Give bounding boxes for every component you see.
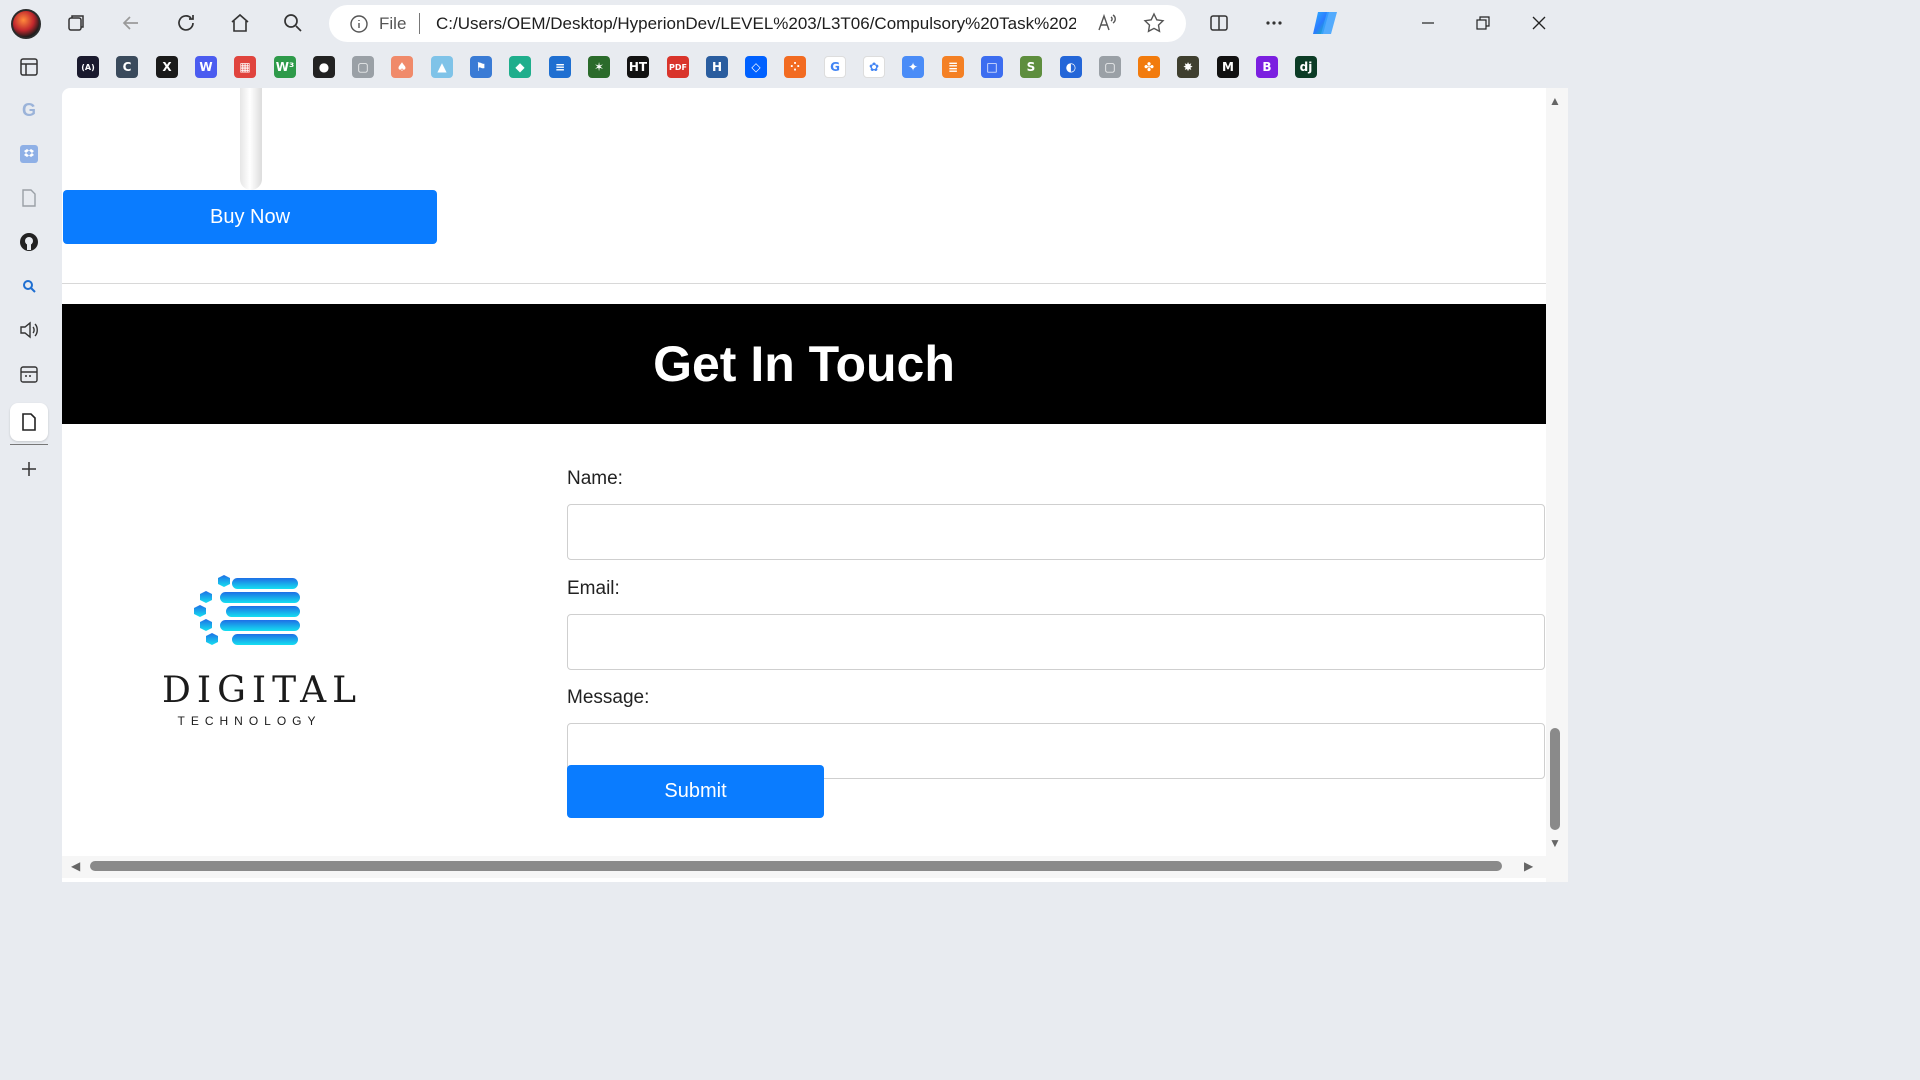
bookmark-ht-icon[interactable]: HT: [627, 56, 649, 78]
scroll-left-icon[interactable]: ◀: [71, 859, 80, 873]
copilot-icon[interactable]: [1309, 7, 1341, 39]
buy-now-button[interactable]: Buy Now: [63, 190, 437, 244]
email-label: Email:: [567, 578, 620, 599]
vertical-scroll-thumb[interactable]: [1550, 728, 1560, 830]
vertical-scrollbar[interactable]: ▲ ▼: [1546, 88, 1568, 882]
name-label: Name:: [567, 468, 623, 489]
more-menu-icon[interactable]: [1258, 7, 1290, 39]
sidebar-calendar-icon[interactable]: [14, 359, 44, 389]
bookmark-layers-icon[interactable]: ≡: [549, 56, 571, 78]
contact-title: Get In Touch: [653, 336, 955, 392]
sidebar-github-icon[interactable]: [14, 227, 44, 257]
bookmark-stackoverflow-icon[interactable]: ≣: [942, 56, 964, 78]
horizontal-scroll-thumb[interactable]: [90, 861, 1502, 871]
bookmark-c-doc-icon[interactable]: C: [116, 56, 138, 78]
bookmark-page-icon[interactable]: ▢: [352, 56, 374, 78]
url-text[interactable]: C:/Users/OEM/Desktop/HyperionDev/LEVEL%2…: [436, 14, 1076, 34]
product-image: [240, 88, 262, 190]
bookmark-flag-icon[interactable]: ⚑: [470, 56, 492, 78]
favorite-star-icon[interactable]: [1142, 11, 1166, 40]
restore-icon[interactable]: [1465, 7, 1501, 39]
scroll-right-icon[interactable]: ▶: [1524, 859, 1533, 873]
sidebar-search-icon[interactable]: [14, 271, 44, 301]
bookmark-w-icon[interactable]: W: [195, 56, 217, 78]
logo-mark-icon: [194, 575, 300, 645]
sidebar-divider: [10, 444, 48, 445]
submit-button[interactable]: Submit: [567, 765, 824, 818]
bookmark-dev-icon[interactable]: (A): [77, 56, 99, 78]
bookmark-x-icon[interactable]: X: [156, 56, 178, 78]
logo-word: DIGITAL: [162, 670, 363, 711]
bookmark-circle-half-icon[interactable]: ◐: [1060, 56, 1082, 78]
bookmark-mushroom-icon[interactable]: ♠: [391, 56, 413, 78]
bookmark-figma-icon[interactable]: ✤: [1138, 56, 1160, 78]
sidebar-page-icon[interactable]: [14, 183, 44, 213]
info-icon[interactable]: [349, 14, 369, 39]
bookmark-cat-icon[interactable]: ✸: [1177, 56, 1199, 78]
bookmark-dots-icon[interactable]: ⁘: [784, 56, 806, 78]
refresh-icon[interactable]: [170, 7, 202, 39]
tab-sidebar-icon[interactable]: [13, 51, 45, 83]
close-icon[interactable]: [1521, 7, 1557, 39]
bookmark-people-icon[interactable]: ▲: [431, 56, 453, 78]
tab-actions-icon[interactable]: [60, 7, 92, 39]
bookmark-bootstrap-icon[interactable]: B: [1256, 56, 1278, 78]
bookmark-grid-color-icon[interactable]: ▦: [234, 56, 256, 78]
sidebar: G: [0, 88, 62, 882]
email-field[interactable]: [567, 614, 1545, 670]
bookmark-doc-icon[interactable]: ▢: [1099, 56, 1121, 78]
bookmark-github-icon[interactable]: ●: [313, 56, 335, 78]
minimize-icon[interactable]: [1410, 7, 1446, 39]
bookmark-w3-icon[interactable]: W³: [274, 56, 296, 78]
section-divider: [62, 283, 1546, 284]
title-bar: File C:/Users/OEM/Desktop/HyperionDev/LE…: [0, 0, 1568, 46]
bookmarks-bar: (A) C X W ▦ W³ ● ▢ ♠ ▲ ⚑ ◆ ≡ ✶ HT PDF H ◇ ⁘ G ✿ ✦ ≣ □ S ◐ ▢ ✤ ✸ M Bdj: [0, 46, 1568, 88]
scroll-down-icon[interactable]: ▼: [1549, 836, 1561, 850]
bookmark-openai-icon[interactable]: ✿: [863, 56, 885, 78]
horizontal-scrollbar[interactable]: ◀ ▶: [62, 856, 1546, 878]
bookmark-sparkle-icon[interactable]: ✦: [902, 56, 924, 78]
scroll-up-icon[interactable]: ▲: [1549, 94, 1561, 108]
page-viewport: Buy Now Get In Touch DIGITAL TECHNOLOGY …: [62, 88, 1546, 882]
read-aloud-icon[interactable]: [1095, 11, 1119, 40]
split-screen-icon[interactable]: [1203, 7, 1235, 39]
bookmark-m-icon[interactable]: M: [1217, 56, 1239, 78]
bookmark-google-icon[interactable]: G: [824, 56, 846, 78]
name-field[interactable]: [567, 504, 1545, 560]
address-bar[interactable]: File C:/Users/OEM/Desktop/HyperionDev/LE…: [329, 5, 1186, 42]
contact-banner: Get In Touch: [62, 304, 1546, 424]
bookmark-cube-icon[interactable]: ◆: [509, 56, 531, 78]
digital-technology-logo: DIGITAL TECHNOLOGY: [162, 574, 363, 728]
address-separator: [419, 13, 420, 34]
bookmark-django-icon[interactable]: dj: [1295, 56, 1317, 78]
search-icon[interactable]: [277, 7, 309, 39]
home-icon[interactable]: [224, 7, 256, 39]
bookmark-shopify-icon[interactable]: S: [1020, 56, 1042, 78]
sidebar-speaker-icon[interactable]: [14, 315, 44, 345]
sidebar-google-icon[interactable]: G: [14, 95, 44, 125]
message-label: Message:: [567, 687, 650, 708]
logo-subtitle: TECHNOLOGY: [177, 714, 322, 728]
bookmark-leaf-icon[interactable]: ✶: [588, 56, 610, 78]
bookmark-dropbox-icon[interactable]: ◇: [745, 56, 767, 78]
sidebar-dropbox-icon[interactable]: [14, 139, 44, 169]
profile-avatar[interactable]: [11, 9, 41, 39]
bookmark-pdf-icon[interactable]: PDF: [667, 56, 689, 78]
sidebar-document-icon[interactable]: [10, 403, 48, 441]
sidebar-add-icon[interactable]: [14, 454, 44, 484]
back-icon[interactable]: [115, 7, 147, 39]
scheme-label: File: [379, 14, 407, 33]
bookmark-h-icon[interactable]: H: [706, 56, 728, 78]
bookmark-square-icon[interactable]: □: [981, 56, 1003, 78]
